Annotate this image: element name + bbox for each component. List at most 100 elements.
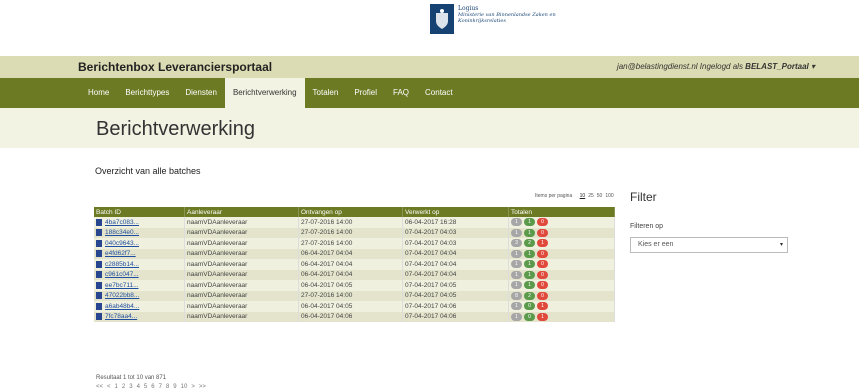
logius-logo: Logius Ministerie van Binnenlandse Zaken… [430,4,556,34]
total-badge: 3 [511,239,522,248]
table-row: c961c047... naamVDAanleveraar 06-04-2017 0… [94,269,615,280]
user-email: jan@belastingdienst.nl Ingelogd als [616,62,746,71]
next-page-link[interactable]: > [191,384,195,390]
batch-id-cell: a6ab48b4... [94,301,185,312]
verwerkt-cell: 07-04-2017 04:05 [402,290,509,301]
success-badge: 1 [524,260,535,269]
first-page-link[interactable]: << [96,384,103,390]
batch-id-link[interactable]: c961c047... [105,271,139,278]
totalen-cell: 110 [508,259,615,270]
page-link-2[interactable]: 2 [122,384,125,390]
document-icon [96,260,102,268]
page-link-4[interactable]: 4 [137,384,140,390]
last-page-link[interactable]: >> [199,384,206,390]
document-icon [96,250,102,258]
nav-item-totalen[interactable]: Totalen [305,78,347,108]
batch-id-cell: 188c34e0... [94,227,185,238]
document-icon [96,271,102,279]
totalen-cell: 110 [508,227,615,238]
site-title[interactable]: Berichtenbox Leveranciersportaal [78,60,272,74]
page-link-7[interactable]: 7 [159,384,162,390]
main-nav: Home Berichttypes Diensten Berichtverwerkin… [0,78,859,108]
batch-id-link[interactable]: 7fc78aa4... [105,313,137,320]
nav-item-berichttypes[interactable]: Berichttypes [117,78,177,108]
verwerkt-cell: 07-04-2017 04:04 [402,269,509,280]
nav-item-profiel[interactable]: Profiel [346,78,385,108]
totalen-cell: 101 [508,301,615,312]
total-badge: 1 [511,270,522,279]
per-page-option-100[interactable]: 100 [605,193,613,199]
aanleveraar-cell: naamVDAanleveraar [184,311,299,322]
page-link-5[interactable]: 5 [144,384,147,390]
batch-id-cell: 4ba7c083... [94,217,185,228]
success-badge: 1 [524,270,535,279]
verwerkt-cell: 06-04-2017 16:28 [402,217,509,228]
success-badge: 1 [524,281,535,290]
chevron-down-icon: ▾ [779,242,783,248]
aanleveraar-cell: naamVDAanleveraar [184,290,299,301]
batch-id-link[interactable]: a6ab48b4... [105,303,139,310]
table-row: 7fc78aa4... naamVDAanleveraar 06-04-2017 0… [94,311,615,322]
aanleveraar-cell: naamVDAanleveraar [184,227,299,238]
error-badge: 0 [537,218,548,227]
ontvangen-cell: 27-07-2016 14:00 [298,238,403,249]
per-page-option-10[interactable]: 10 [580,193,586,199]
column-header[interactable]: Verwerkt op [402,207,509,217]
success-badge: 0 [524,302,535,311]
items-per-page: Items per pagina 10 25 50 100 [535,193,614,199]
error-badge: 0 [537,291,548,300]
success-badge: 1 [524,228,535,237]
title-bar: Berichtverwerking [0,108,859,148]
filter-select[interactable]: Kies er een ▾ [630,237,788,253]
nav-item-berichtverwerking[interactable]: Berichtverwerking [224,78,305,108]
table-row: 188c34e0... naamVDAanleveraar 27-07-2016 1… [94,227,615,238]
prev-page-link[interactable]: < [107,384,111,390]
error-badge: 0 [537,270,548,279]
totalen-cell: 101 [508,311,615,322]
success-badge: 2 [524,291,535,300]
batch-id-link[interactable]: 47022bb8... [105,292,139,299]
batch-id-link[interactable]: ee7bc711... [105,282,139,289]
page-link-6[interactable]: 6 [151,384,154,390]
batch-id-link[interactable]: 188c34e0... [105,229,139,236]
user-account: BELAST_Portaal [745,62,809,71]
nav-item-contact[interactable]: Contact [417,78,461,108]
per-page-option-25[interactable]: 25 [588,193,594,199]
document-icon [96,313,102,321]
batch-id-cell: ee7bc711... [94,280,185,291]
nav-item-faq[interactable]: FAQ [385,78,417,108]
per-page-option-50[interactable]: 50 [597,193,603,199]
verwerkt-cell: 07-04-2017 04:04 [402,248,509,259]
batch-id-link[interactable]: c2885b14... [105,261,139,268]
page-link-9[interactable]: 9 [173,384,176,390]
total-badge: 1 [511,260,522,269]
total-badge: 8 [511,291,522,300]
success-badge: 2 [524,239,535,248]
aanleveraar-cell: naamVDAanleveraar [184,280,299,291]
table-row: 040c9643... naamVDAanleveraar 27-07-2016 1… [94,238,615,249]
batch-id-link[interactable]: 040c9643... [105,240,139,247]
ontvangen-cell: 06-04-2017 04:04 [298,259,403,270]
verwerkt-cell: 07-04-2017 04:03 [402,227,509,238]
batch-id-cell: 040c9643... [94,238,185,249]
page-link-10[interactable]: 10 [181,384,188,390]
user-menu[interactable]: jan@belastingdienst.nl Ingelogd als BELA… [617,62,815,71]
totalen-cell: 110 [508,217,615,228]
nav-item-diensten[interactable]: Diensten [177,78,225,108]
page-link-1[interactable]: 1 [115,384,118,390]
document-icon [96,229,102,237]
success-badge: 1 [524,218,535,227]
batch-id-link[interactable]: 4ba7c083... [105,219,139,226]
column-header[interactable]: Ontvangen op [298,207,403,217]
column-header[interactable]: Totalen [508,207,615,217]
column-header[interactable]: Aanleveraar [184,207,299,217]
totalen-cell: 110 [508,269,615,280]
logo-text: Logius Ministerie van Binnenlandse Zaken… [458,4,556,25]
batch-id-link[interactable]: e4fd62f7... [105,250,136,257]
result-count: Resultaat 1 tot 10 van 871 [96,375,167,381]
page-link-8[interactable]: 8 [166,384,169,390]
nav-item-home[interactable]: Home [80,78,117,108]
document-icon [96,302,102,310]
column-header[interactable]: Batch ID [94,207,185,217]
page-link-3[interactable]: 3 [129,384,132,390]
